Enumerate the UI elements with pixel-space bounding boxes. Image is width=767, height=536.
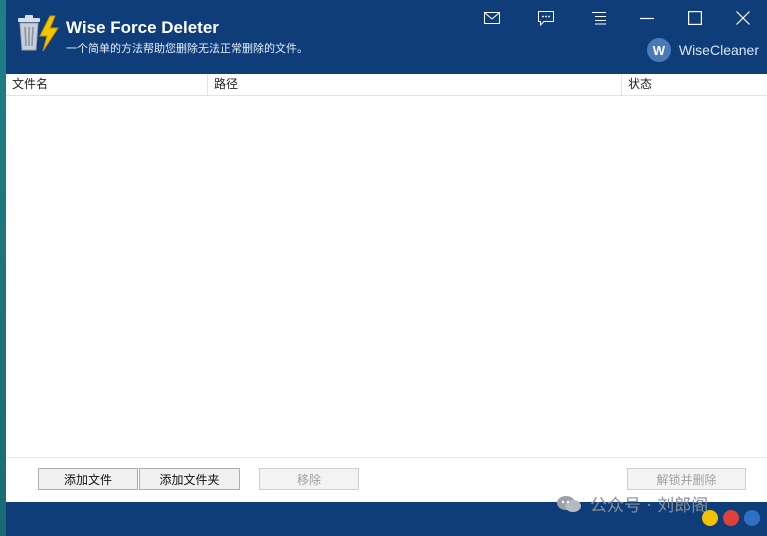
wisecleaner-logo-icon: W [646,38,671,62]
app-subtitle: 一个简单的方法帮助您删除无法正常删除的文件。 [66,42,308,55]
minimize-icon[interactable] [634,8,660,28]
app-window: Wise Force Deleter 一个简单的方法帮助您删除无法正常删除的文件… [6,0,767,536]
close-icon[interactable] [730,8,756,28]
add-file-button[interactable]: 添加文件 [38,468,138,490]
tray-star-icon[interactable] [702,510,718,526]
title-bar[interactable]: Wise Force Deleter 一个简单的方法帮助您删除无法正常删除的文件… [6,0,767,74]
unlock-and-delete-button[interactable]: 解锁并删除 [627,468,746,490]
add-folder-button[interactable]: 添加文件夹 [139,468,240,490]
wisecleaner-brand[interactable]: W WiseCleaner [646,38,759,62]
app-title: Wise Force Deleter [66,18,219,37]
feedback-icon[interactable] [533,8,559,28]
tray-weibo-icon[interactable] [723,510,739,526]
watermark-text: 公众号 · 刘郎阁 [590,496,709,516]
column-header-status[interactable]: 状态 [622,74,767,95]
file-list[interactable] [6,96,767,457]
trash-bolt-icon [16,14,62,52]
watermark: 公众号 · 刘郎阁 [556,491,708,516]
column-header-path[interactable]: 路径 [208,74,622,95]
maximize-icon[interactable] [682,8,708,28]
wechat-icon [556,495,582,513]
tray-app-icon[interactable] [744,510,760,526]
mail-icon[interactable] [479,8,505,28]
menu-icon[interactable] [586,8,612,28]
column-header-filename[interactable]: 文件名 [6,74,208,95]
remove-button[interactable]: 移除 [259,468,359,490]
brand-name: WiseCleaner [678,42,759,58]
file-table-header: 文件名 路径 状态 [6,74,767,96]
